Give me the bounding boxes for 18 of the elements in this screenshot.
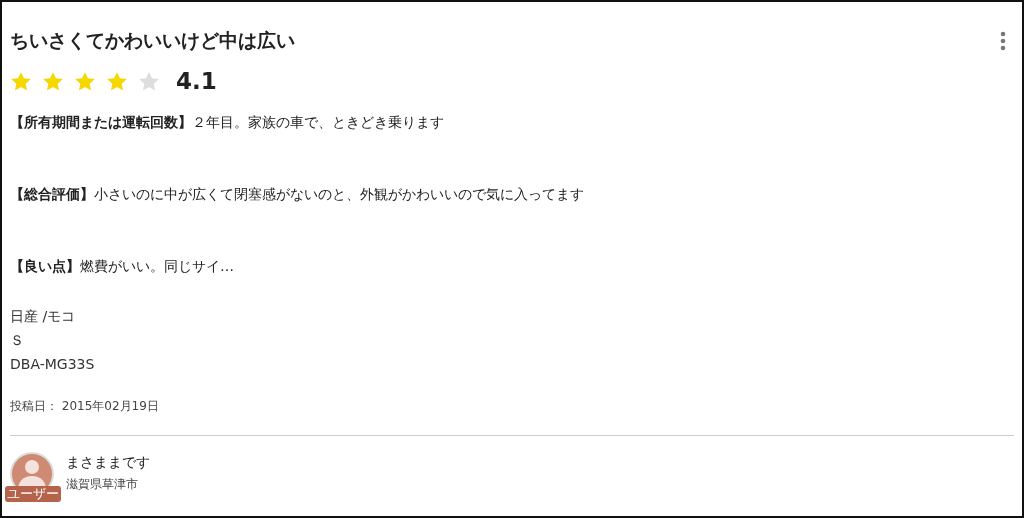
review-paragraph: 【総合評価】小さいのに中が広くて閉塞感がないのと、外観がかわいいので気に入ってます (10, 186, 585, 204)
post-date: 投稿日： 2015年02月19日 (10, 398, 160, 415)
user-location: 滋賀県草津市 (66, 476, 139, 493)
avatar-label: ユーザー (5, 486, 61, 502)
rating-score: 4.1 (176, 68, 217, 94)
review-paragraph: 【所有期間または運転回数】２年目。家族の車で、ときどき乗ります (10, 114, 445, 132)
car-info: Ｓ (10, 332, 24, 350)
review-paragraph: 【良い点】燃費がいい。同じサイ… (10, 258, 235, 276)
car-info: DBA-MG33S (10, 356, 95, 372)
star-icon (138, 70, 160, 92)
star-icon (10, 70, 32, 92)
star-icon (106, 70, 128, 92)
more-options-icon[interactable] (1000, 31, 1006, 51)
review-title: ちいさくてかわいいけど中は広い (10, 28, 295, 53)
user-name: まさままです (66, 454, 150, 472)
star-icon (74, 70, 96, 92)
car-info: 日産 /モコ (10, 308, 76, 326)
star-icon (42, 70, 64, 92)
